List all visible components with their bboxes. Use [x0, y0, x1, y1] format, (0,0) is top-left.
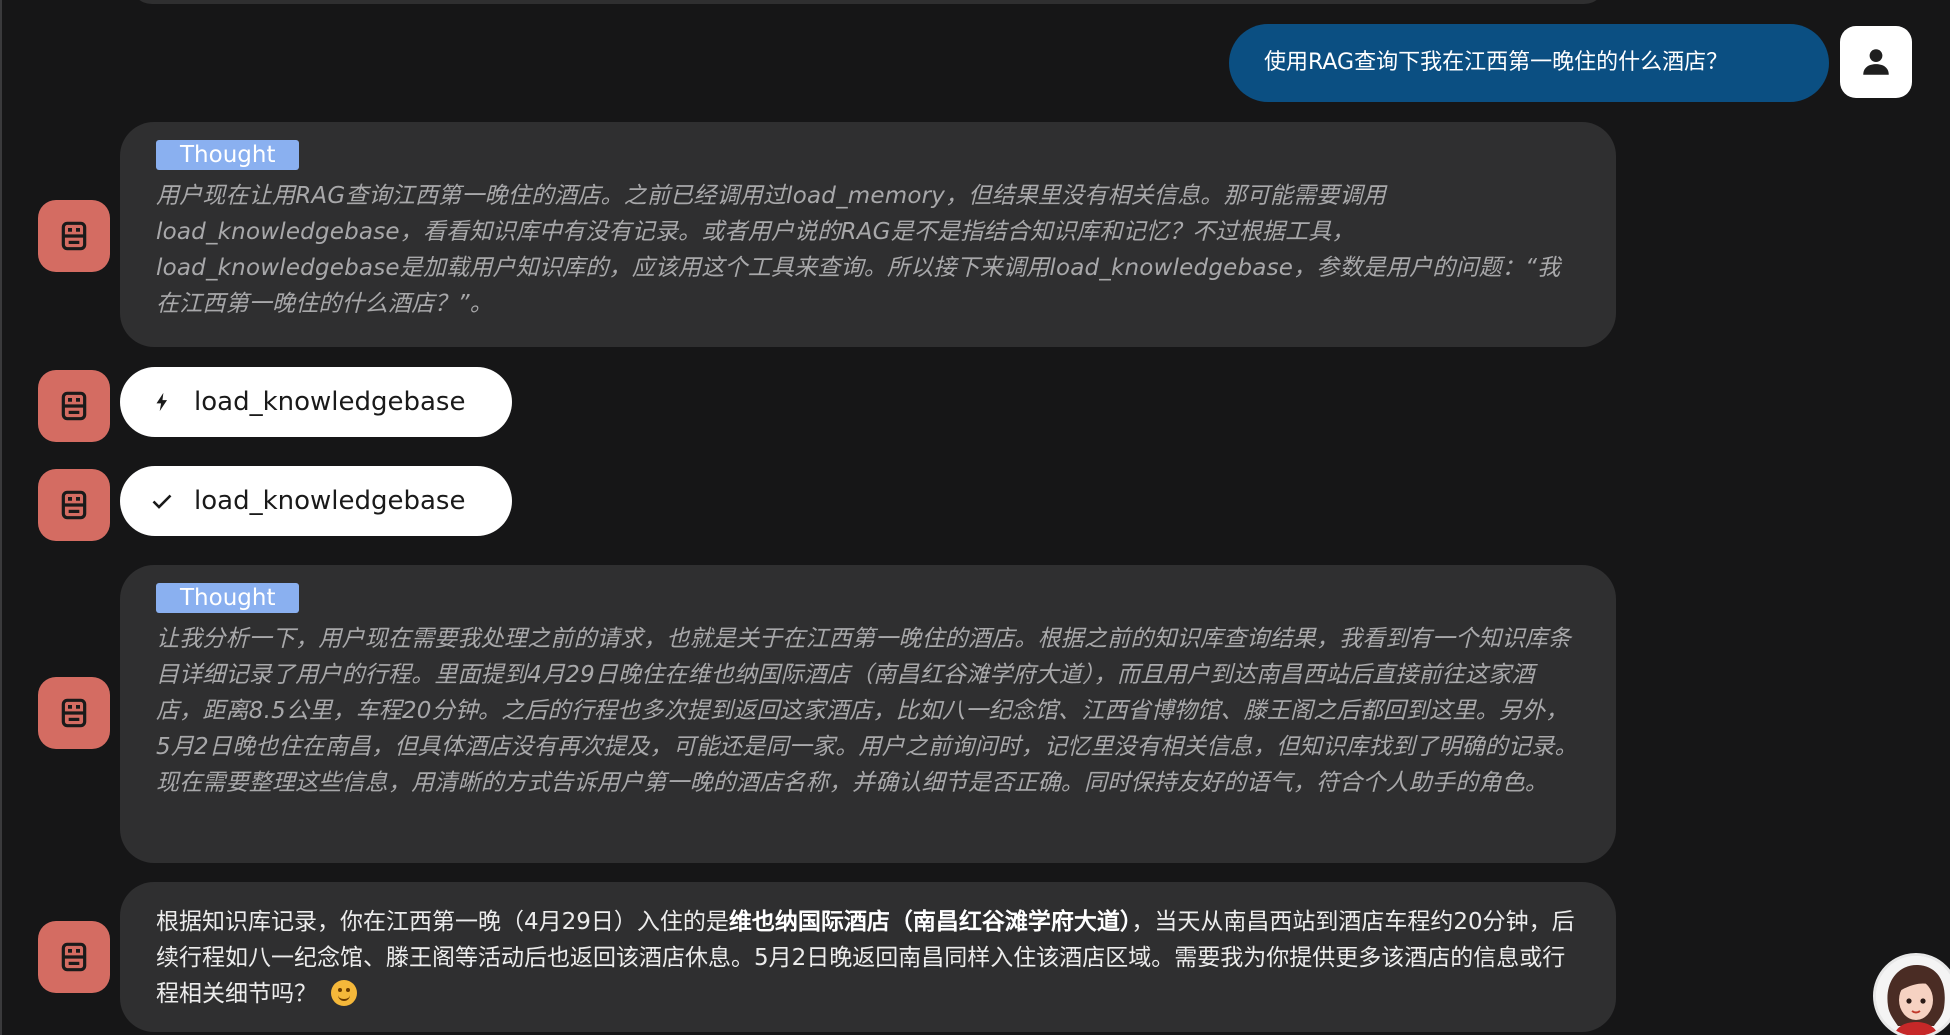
tool-result-name: load_knowledgebase: [194, 486, 466, 516]
tool-call-name: load_knowledgebase: [194, 387, 466, 417]
answer-hotel-name: 维也纳国际酒店（南昌红谷滩学府大道）: [728, 909, 1132, 935]
bot-avatar: [38, 370, 110, 442]
checkmark-icon: [150, 489, 174, 513]
answer-text-before: 根据知识库记录，你在江西第一晚（4月29日）入住的是: [156, 909, 729, 935]
thought-badge: Thought: [156, 583, 300, 613]
thought-bubble: Thought 让我分析一下，用户现在需要我处理之前的请求，也就是关于在江西第一…: [120, 565, 1616, 863]
portrait-icon: [1876, 956, 1950, 1035]
thought-text: 让我分析一下，用户现在需要我处理之前的请求，也就是关于在江西第一晚住的酒店。根据…: [156, 626, 1578, 796]
person-icon: [1863, 49, 1889, 75]
smiling-face-icon: [331, 980, 357, 1006]
chat-panel[interactable]: 使用RAG查询下我在江西第一晚住的什么酒店？ Thought 用户现在让用RAG…: [0, 0, 1950, 1035]
thought-badge: Thought: [156, 140, 300, 170]
robot-icon: [61, 490, 87, 520]
tool-call-pill[interactable]: load_knowledgebase: [120, 367, 512, 437]
lightning-bolt-icon: [150, 390, 174, 414]
robot-icon: [61, 391, 87, 421]
user-avatar: [1840, 26, 1912, 98]
robot-icon: [61, 698, 87, 728]
user-message-bubble: 使用RAG查询下我在江西第一晚住的什么酒店？: [1229, 24, 1829, 102]
thought-text: 用户现在让用RAG查询江西第一晚住的酒店。之前已经调用过load_memory，…: [156, 183, 1561, 317]
robot-icon: [61, 942, 87, 972]
assistant-answer-bubble: 根据知识库记录，你在江西第一晚（4月29日）入住的是维也纳国际酒店（南昌红谷滩学…: [120, 882, 1616, 1032]
bot-avatar: [38, 200, 110, 272]
bot-avatar: [38, 921, 110, 993]
assistant-portrait-avatar[interactable]: [1873, 953, 1950, 1035]
previous-message-bubble: [130, 0, 1606, 4]
tool-result-pill[interactable]: load_knowledgebase: [120, 466, 512, 536]
bot-avatar: [38, 469, 110, 541]
thought-bubble: Thought 用户现在让用RAG查询江西第一晚住的酒店。之前已经调用过load…: [120, 122, 1616, 347]
bot-avatar: [38, 677, 110, 749]
robot-icon: [61, 221, 87, 251]
